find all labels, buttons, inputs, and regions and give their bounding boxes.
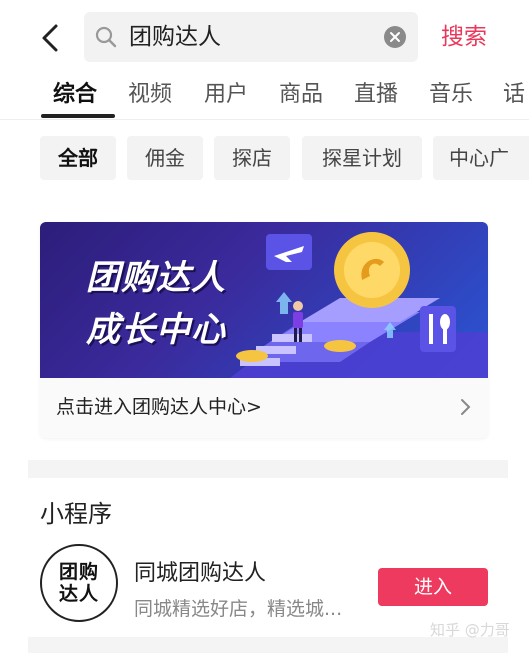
growth-center-banner[interactable]: 团购达人 成长中心 [40,222,488,378]
banner-title-line2: 成长中心 [86,310,226,350]
banner-illustration [230,232,488,378]
watermark: 知乎 @力哥 [430,621,510,639]
search-header: 团购达人 搜索 [0,0,529,76]
growth-center-card[interactable]: 团购达人 成长中心 点击进入团购达人中心> [40,222,488,438]
tab-topics[interactable]: 话 [503,80,525,110]
tab-live[interactable]: 直播 [354,80,398,110]
section-divider [28,460,508,478]
tab-products[interactable]: 商品 [279,80,323,110]
chip-star-plan[interactable]: 探星计划 [302,136,422,180]
back-arrow-icon[interactable] [34,20,66,56]
tab-music[interactable]: 音乐 [429,80,473,110]
chevron-right-icon [460,398,472,420]
chip-all[interactable]: 全部 [40,136,116,180]
chip-store-visit[interactable]: 探店 [214,136,290,180]
search-button[interactable]: 搜索 [441,22,487,52]
logo-text-line1: 团购 [58,561,99,583]
filter-chips: 全部 佣金 探店 探星计划 中心广 [0,136,529,182]
search-icon [94,25,118,53]
mini-program-logo[interactable]: 团购 达人 [40,544,118,622]
clear-icon[interactable] [384,26,406,48]
growth-center-link[interactable]: 点击进入团购达人中心> [56,394,262,420]
tab-comprehensive[interactable]: 综合 [53,80,97,110]
active-tab-indicator [41,114,115,118]
enter-button[interactable]: 进入 [378,568,488,606]
growth-center-link-row[interactable]: 点击进入团购达人中心> [40,378,488,438]
chip-commission[interactable]: 佣金 [127,136,203,180]
mini-program-description: 同城精选好店，精选城... [134,598,343,620]
tab-users[interactable]: 用户 [204,80,248,110]
chip-center[interactable]: 中心广 [433,136,529,180]
search-input[interactable]: 团购达人 [84,12,418,62]
logo-text-line2: 达人 [58,583,99,605]
banner-title-line1: 团购达人 [86,258,226,298]
mini-program-name[interactable]: 同城团购达人 [134,560,266,588]
mini-programs-title: 小程序 [40,500,112,528]
search-query-text: 团购达人 [129,24,221,50]
tab-videos[interactable]: 视频 [128,80,172,110]
